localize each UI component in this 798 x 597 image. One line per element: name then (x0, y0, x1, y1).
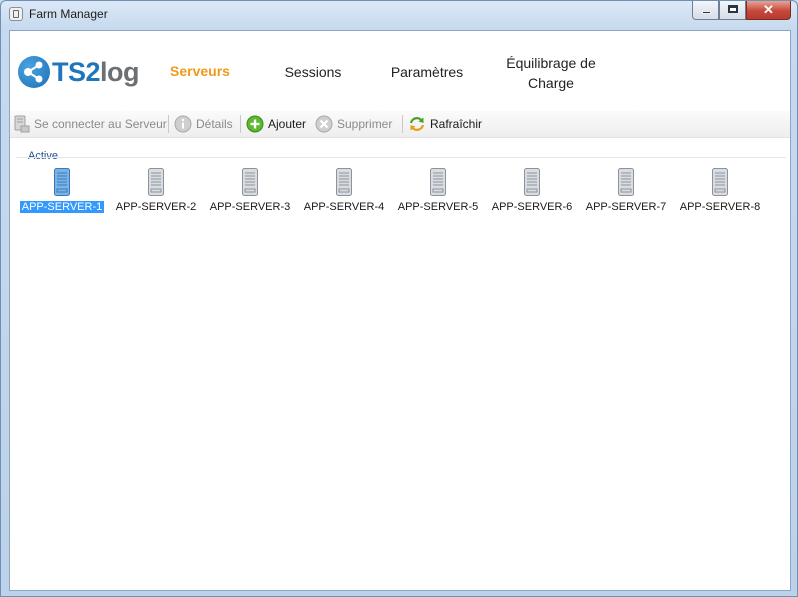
server-icon (335, 168, 353, 196)
client-area: TS2log Serveurs Sessions Paramètres Équi… (9, 30, 791, 591)
add-button[interactable]: Ajouter (246, 115, 306, 133)
server-icon (711, 168, 729, 196)
app-icon[interactable] (9, 7, 23, 21)
close-icon: ✕ (763, 2, 774, 17)
connect-server-label: Se connecter au Serveur (34, 117, 167, 131)
share-logo-icon (18, 56, 50, 88)
server-name: APP-SERVER-7 (580, 201, 672, 214)
group-header-active: Active (28, 150, 58, 162)
info-icon (174, 115, 192, 133)
tab-servers[interactable]: Serveurs (167, 63, 233, 79)
tab-load-balancing-line1: Équilibrage de (506, 55, 596, 71)
connect-server-button[interactable]: Se connecter au Serveur (12, 115, 167, 133)
server-name-text: APP-SERVER-7 (585, 201, 667, 213)
server-name-text: APP-SERVER-8 (679, 201, 761, 213)
server-name: APP-SERVER-2 (110, 201, 202, 214)
refresh-label: Rafraîchir (430, 117, 483, 131)
remove-button[interactable]: Supprimer (315, 115, 392, 133)
caption-buttons: ✕ (692, 1, 791, 20)
toolbar-separator (402, 115, 403, 133)
app-window: Farm Manager ✕ TS2log Serveurs Sessions … (0, 0, 798, 597)
minimize-button[interactable] (692, 1, 719, 20)
maximize-button[interactable] (719, 1, 746, 20)
toolbar-separator (168, 115, 169, 133)
close-button[interactable]: ✕ (746, 1, 791, 20)
server-icon (241, 168, 259, 196)
server-name: APP-SERVER-1 (16, 201, 108, 214)
server-item[interactable]: APP-SERVER-2 (110, 168, 202, 216)
details-label: Détails (196, 117, 233, 131)
maximize-icon (728, 5, 738, 13)
server-item[interactable]: APP-SERVER-3 (204, 168, 296, 216)
server-icon (617, 168, 635, 196)
server-name: APP-SERVER-3 (204, 201, 296, 214)
refresh-icon (408, 115, 426, 133)
server-item[interactable]: APP-SERVER-6 (486, 168, 578, 216)
server-connect-icon (12, 115, 30, 133)
server-item[interactable]: APP-SERVER-4 (298, 168, 390, 216)
logo-wordmark: TS2log (52, 56, 140, 88)
title-bar[interactable]: Farm Manager ✕ (1, 1, 797, 28)
minimize-icon (702, 11, 711, 14)
server-icon (147, 168, 165, 196)
tab-load-balancing[interactable]: Équilibrage de Charge (496, 53, 606, 93)
server-name: APP-SERVER-4 (298, 201, 390, 214)
server-name-text: APP-SERVER-1 (19, 201, 105, 213)
toolbar-separator (240, 115, 241, 133)
server-item[interactable]: APP-SERVER-1 (16, 168, 108, 216)
add-label: Ajouter (268, 117, 307, 131)
server-name-text: APP-SERVER-2 (115, 201, 197, 213)
server-name-text: APP-SERVER-4 (303, 201, 385, 213)
server-name: APP-SERVER-5 (392, 201, 484, 214)
toolbar: Se connecter au Serveur Détails Ajouter … (10, 111, 790, 138)
server-name: APP-SERVER-8 (674, 201, 766, 214)
server-item[interactable]: APP-SERVER-8 (674, 168, 766, 216)
logo-text-log: log (100, 56, 140, 87)
server-icon (429, 168, 447, 196)
details-button[interactable]: Détails (174, 115, 233, 133)
group-divider (16, 157, 786, 158)
server-item[interactable]: APP-SERVER-7 (580, 168, 672, 216)
server-name: APP-SERVER-6 (486, 201, 578, 214)
ts2log-logo: TS2log (18, 54, 140, 90)
add-icon (246, 115, 264, 133)
server-name-text: APP-SERVER-6 (491, 201, 573, 213)
server-icon (523, 168, 541, 196)
server-name-text: APP-SERVER-5 (397, 201, 479, 213)
tab-settings[interactable]: Paramètres (384, 64, 470, 80)
server-item[interactable]: APP-SERVER-5 (392, 168, 484, 216)
tab-sessions[interactable]: Sessions (280, 64, 346, 80)
window-title: Farm Manager (29, 7, 108, 21)
server-icon (53, 168, 71, 196)
logo-text-ts: TS2 (52, 56, 101, 87)
tab-load-balancing-line2: Charge (528, 75, 574, 91)
server-name-text: APP-SERVER-3 (209, 201, 291, 213)
remove-label: Supprimer (337, 117, 393, 131)
remove-icon (315, 115, 333, 133)
refresh-button[interactable]: Rafraîchir (408, 115, 482, 133)
